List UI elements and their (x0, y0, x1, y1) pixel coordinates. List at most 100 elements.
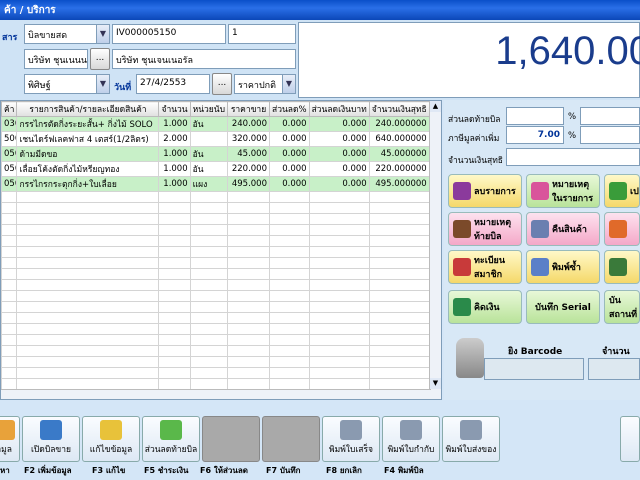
document-button[interactable] (604, 250, 640, 284)
delete-item-button[interactable]: ลบรายการ (448, 174, 522, 208)
column-header[interactable]: ค้า (1, 101, 18, 117)
table-row[interactable] (1, 268, 430, 280)
table-cell: 495.000000 (368, 176, 430, 192)
date-picker-button[interactable]: ... (212, 73, 232, 95)
column-header[interactable]: หน่วยนับ (189, 101, 229, 117)
table-cell (16, 213, 160, 225)
barcode-input[interactable] (484, 358, 584, 380)
vat-rate-field[interactable]: 7.00 (506, 126, 564, 144)
fkey-button-0[interactable]: อมูล (0, 416, 20, 462)
table-cell (158, 378, 191, 390)
table-cell (368, 334, 430, 346)
table-cell (227, 202, 270, 214)
table-cell: อัน (189, 161, 229, 177)
fkey-button-2[interactable]: แก้ไขข้อมูล (82, 416, 140, 462)
printer-icon (400, 420, 422, 440)
scroll-down-icon[interactable]: ▼ (430, 378, 441, 389)
reprint-button[interactable]: พิมพ์ซ้ำ (526, 250, 600, 284)
tag-button[interactable] (604, 212, 640, 246)
table-row[interactable]: 500เชนไดร์ฟเลคฟาส 4 เตสร์(1/2ลิตร)2.000 3… (1, 131, 430, 147)
table-row[interactable] (1, 290, 430, 302)
column-header[interactable]: รายการสินค้า/รายละเอียดสินค้า (16, 101, 160, 117)
table-cell (269, 202, 310, 214)
table-cell (189, 323, 229, 335)
column-header[interactable]: ราคาขาย (227, 101, 270, 117)
table-cell (227, 312, 270, 324)
bill-note-button[interactable]: หมายเหตุ ท้ายบิล (448, 212, 522, 246)
table-row[interactable]: 030กรรไกรตัดกิ่งระยะสั้น+ กิ่งไม้ SOLO1.… (1, 116, 430, 132)
table-row[interactable]: 050ด้ามมีดขอ1.000อัน45.0000.0000.00045.0… (1, 146, 430, 162)
table-row[interactable] (1, 235, 430, 247)
table-row[interactable]: 050เลื่อยโค้งตัดกิ่งไม้หรียญทอง1.000อัน2… (1, 161, 430, 177)
chevron-down-icon[interactable]: ▼ (282, 74, 296, 94)
fkey-button-3[interactable]: ส่วนลดท้ายบิล (142, 416, 200, 462)
column-header[interactable]: จำนวนเงินสุทธิ (368, 101, 430, 117)
table-cell (269, 279, 310, 291)
member-button[interactable]: ทะเบียน สมาชิก (448, 250, 522, 284)
pay-button[interactable]: คิดเงิน (448, 290, 522, 324)
bill-discount-amount-field[interactable] (580, 107, 640, 125)
items-grid[interactable]: ค้า รายการสินค้า/รายละเอียดสินค้า จำนวน หน่… (0, 100, 442, 400)
table-row[interactable] (1, 312, 430, 324)
fkey-label-3: F5 ชำระเงิน (144, 466, 189, 475)
table-row[interactable] (1, 257, 430, 269)
chevron-down-icon[interactable]: ▼ (96, 24, 110, 44)
table-cell (1, 367, 18, 379)
table-row[interactable] (1, 301, 430, 313)
exit-button[interactable] (620, 416, 640, 462)
table-row[interactable] (1, 213, 430, 225)
vat-amount-field[interactable] (580, 126, 640, 144)
table-cell (227, 279, 270, 291)
table-row[interactable] (1, 191, 430, 203)
fkey-button-8[interactable]: พิมพ์ใบส่งของ (442, 416, 500, 462)
date-field[interactable]: 27/4/2553 (136, 74, 210, 94)
edit-price-button[interactable]: เป (604, 174, 640, 208)
table-cell: 050 (1, 146, 18, 162)
table-row[interactable] (1, 378, 430, 390)
fkey-button-7[interactable]: พิมพ์ใบกำกับ (382, 416, 440, 462)
table-row[interactable] (1, 334, 430, 346)
table-cell (158, 268, 191, 280)
table-cell (1, 257, 18, 269)
column-header[interactable]: ส่วนลดเงินบาท (308, 101, 370, 117)
item-note-button[interactable]: หมายเหตุ ในรายการ (526, 174, 600, 208)
column-header[interactable]: จำนวน (158, 101, 191, 117)
table-cell (189, 290, 229, 302)
table-row[interactable] (1, 224, 430, 236)
fkey-button-5[interactable] (262, 416, 320, 462)
barcode-qty-input[interactable] (588, 358, 640, 380)
table-cell (1, 279, 18, 291)
table-row[interactable]: 050กรรไกรกระตุกกิ่ง+ใบเลื่อย1.000แผง495.… (1, 176, 430, 192)
customer-lookup-button[interactable]: ... (90, 48, 110, 70)
table-row[interactable] (1, 202, 430, 214)
customer-name-field[interactable]: บริษัท ชุนเจนเนอรัล (112, 49, 296, 69)
save-serial-button[interactable]: บันทึก Serial (526, 290, 600, 324)
fkey-button-6[interactable]: พิมพ์ใบเสร็จ (322, 416, 380, 462)
table-cell (189, 213, 229, 225)
table-cell (158, 202, 191, 214)
table-row[interactable] (1, 367, 430, 379)
table-cell (368, 356, 430, 368)
document-icon (609, 258, 627, 276)
doc-number-field[interactable]: IV000005150 (112, 24, 226, 44)
scroll-up-icon[interactable]: ▲ (430, 101, 441, 112)
doc-seq-field[interactable]: 1 (228, 24, 296, 44)
table-row[interactable] (1, 279, 430, 291)
table-cell (227, 268, 270, 280)
column-header[interactable]: ส่วนลด% (269, 101, 310, 117)
save-location-button[interactable]: บัน สถานที่ (604, 290, 640, 324)
vertical-scrollbar[interactable]: ▲ ▼ (429, 101, 441, 399)
table-row[interactable] (1, 356, 430, 368)
chevron-down-icon[interactable]: ▼ (96, 74, 110, 94)
return-goods-button[interactable]: คืนสินค้า (526, 212, 600, 246)
customer-code-field[interactable]: บริษัท ชุนเนนน (24, 49, 88, 69)
horizontal-scrollbar[interactable] (1, 389, 431, 399)
fkey-button-4[interactable] (202, 416, 260, 462)
bill-discount-field[interactable] (506, 107, 564, 125)
table-cell (158, 246, 191, 258)
table-row[interactable] (1, 345, 430, 357)
table-row[interactable] (1, 323, 430, 335)
table-row[interactable] (1, 246, 430, 258)
table-cell (189, 279, 229, 291)
fkey-button-1[interactable]: เปิดบิลขาย (22, 416, 80, 462)
